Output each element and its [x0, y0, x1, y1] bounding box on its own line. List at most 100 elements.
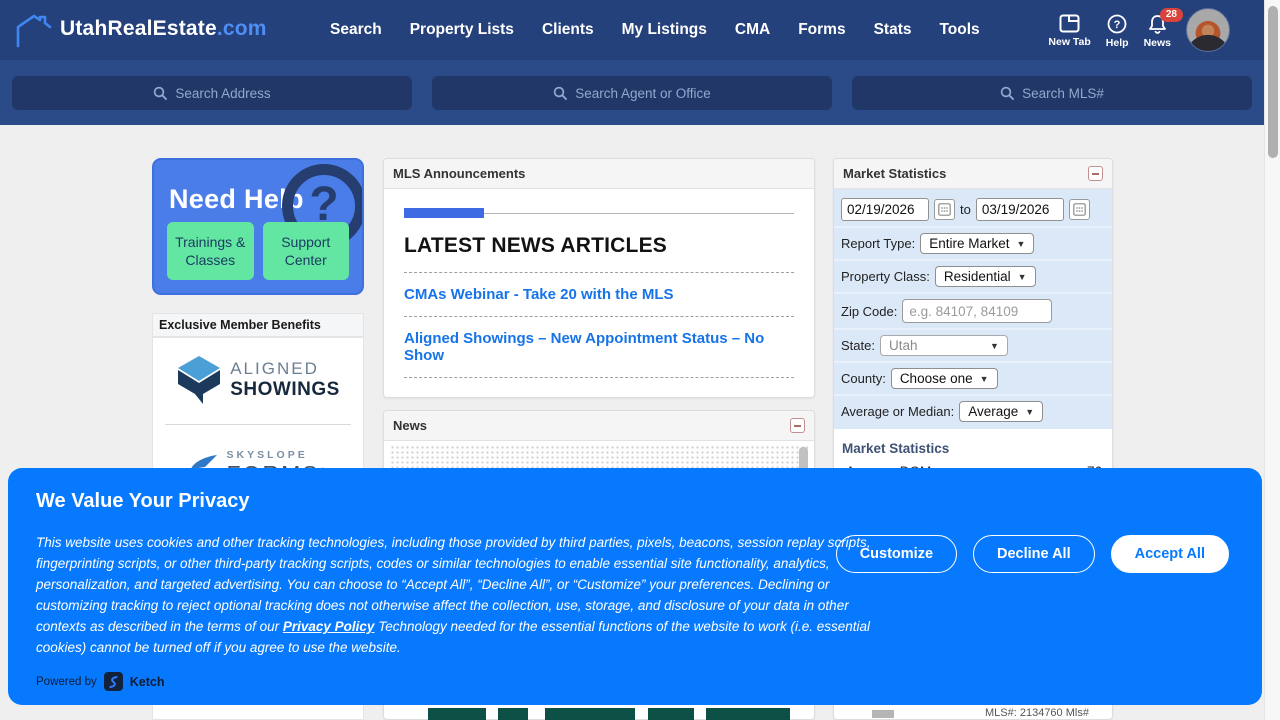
- date-from-input[interactable]: [841, 198, 929, 221]
- new-tab-button[interactable]: New Tab: [1048, 12, 1090, 48]
- aligned-showings-logo[interactable]: ALIGNED SHOWINGS: [153, 338, 363, 420]
- quick-search-bar: Search Address Search Agent or Office Se…: [0, 60, 1264, 125]
- article-link[interactable]: Aligned Showings – New Appointment Statu…: [404, 330, 794, 364]
- property-class-select[interactable]: Residential▼: [935, 266, 1036, 287]
- chevron-down-icon: ▼: [1016, 239, 1025, 249]
- carousel-progress: [404, 208, 794, 218]
- scrollbar-thumb[interactable]: [1268, 6, 1278, 158]
- news-panel-header: News: [384, 411, 814, 441]
- main-nav: Search Property Lists Clients My Listing…: [330, 0, 980, 60]
- report-type-select[interactable]: Entire Market▼: [920, 233, 1034, 254]
- calendar-icon[interactable]: [934, 199, 955, 220]
- nav-clients[interactable]: Clients: [542, 21, 594, 39]
- state-select[interactable]: Utah▼: [880, 335, 1008, 356]
- member-benefits-header: Exclusive Member Benefits: [152, 313, 364, 337]
- chevron-down-icon: ▼: [990, 341, 999, 351]
- customize-button[interactable]: Customize: [836, 535, 957, 573]
- headline-peek: [498, 708, 528, 720]
- user-avatar[interactable]: [1186, 8, 1230, 52]
- chevron-down-icon: ▼: [980, 374, 989, 384]
- cookie-consent-banner: We Value Your Privacy This website uses …: [8, 468, 1262, 705]
- ketch-icon: [104, 672, 123, 691]
- headline-peek: [545, 708, 635, 720]
- market-statistics-header: Market Statistics: [834, 159, 1112, 189]
- nav-cma[interactable]: CMA: [735, 21, 770, 39]
- mls-announcements-header: MLS Announcements: [384, 159, 814, 189]
- nav-property-lists[interactable]: Property Lists: [410, 21, 514, 39]
- help-button[interactable]: ? Help: [1106, 12, 1129, 49]
- nav-stats[interactable]: Stats: [874, 21, 912, 39]
- search-icon: [1000, 86, 1014, 100]
- site-logo[interactable]: UtahRealEstate.com: [14, 10, 267, 48]
- chevron-down-icon: ▼: [1025, 407, 1034, 417]
- need-help-card: Need Help ? Trainings & Classes Support …: [152, 158, 364, 295]
- zip-code-label: Zip Code:: [841, 304, 897, 319]
- county-row: County: Choose one▼: [834, 363, 1112, 396]
- mls-number-peek: MLS#: 2134760 Mls#: [985, 707, 1089, 719]
- news-badge: 28: [1160, 8, 1183, 22]
- search-icon: [153, 86, 167, 100]
- county-label: County:: [841, 371, 886, 386]
- svg-text:?: ?: [1114, 19, 1121, 31]
- state-row: State: Utah▼: [834, 330, 1112, 363]
- page-scrollbar[interactable]: [1264, 0, 1280, 720]
- average-median-label: Average or Median:: [841, 404, 954, 419]
- carousel-progress-bar: [404, 208, 484, 218]
- report-type-row: Report Type: Entire Market▼: [834, 228, 1112, 261]
- property-class-row: Property Class: Residential▼: [834, 261, 1112, 294]
- decline-all-button[interactable]: Decline All: [973, 535, 1095, 573]
- date-to-input[interactable]: [976, 198, 1064, 221]
- house-logo-icon: [14, 10, 54, 48]
- mls-announcements-panel: MLS Announcements LATEST NEWS ARTICLES C…: [383, 158, 815, 398]
- help-icon: ?: [1107, 14, 1127, 34]
- search-agent-input[interactable]: Search Agent or Office: [432, 76, 832, 110]
- accept-all-button[interactable]: Accept All: [1111, 535, 1229, 573]
- headline-peek: [706, 708, 790, 720]
- zip-code-input[interactable]: [902, 299, 1052, 323]
- site-logo-text: UtahRealEstate.com: [60, 17, 267, 41]
- new-tab-icon: [1059, 14, 1080, 33]
- powered-by-ketch[interactable]: Powered by Ketch: [36, 672, 164, 691]
- average-median-select[interactable]: Average▼: [959, 401, 1043, 422]
- nav-search[interactable]: Search: [330, 21, 382, 39]
- nav-tools[interactable]: Tools: [939, 21, 979, 39]
- calendar-icon[interactable]: [1069, 199, 1090, 220]
- nav-my-listings[interactable]: My Listings: [622, 21, 707, 39]
- privacy-banner-title: We Value Your Privacy: [36, 490, 249, 513]
- search-icon: [553, 86, 567, 100]
- market-statistics-results-title: Market Statistics: [834, 429, 1112, 462]
- search-mls-input[interactable]: Search MLS#: [852, 76, 1252, 110]
- divider: [404, 272, 794, 273]
- report-type-label: Report Type:: [841, 236, 915, 251]
- divider: [404, 316, 794, 317]
- privacy-banner-buttons: Customize Decline All Accept All: [836, 535, 1229, 573]
- aligned-showings-icon: [176, 354, 222, 406]
- divider: [165, 424, 351, 425]
- trainings-classes-button[interactable]: Trainings & Classes: [167, 222, 254, 280]
- divider: [404, 377, 794, 378]
- search-address-input[interactable]: Search Address: [12, 76, 412, 110]
- top-navigation-bar: UtahRealEstate.com Search Property Lists…: [0, 0, 1264, 60]
- privacy-policy-link[interactable]: Privacy Policy: [283, 619, 375, 634]
- support-center-button[interactable]: Support Center: [263, 222, 350, 280]
- headline-peek: [648, 708, 694, 720]
- news-button[interactable]: 28 News: [1144, 12, 1171, 49]
- latest-news-heading: LATEST NEWS ARTICLES: [404, 234, 794, 258]
- collapse-icon[interactable]: [1088, 166, 1103, 181]
- date-range-row: to: [834, 193, 1112, 228]
- headline-peek: [428, 708, 486, 720]
- state-label: State:: [841, 338, 875, 353]
- county-select[interactable]: Choose one▼: [891, 368, 998, 389]
- privacy-banner-text: This website uses cookies and other trac…: [36, 532, 888, 658]
- header-actions: New Tab ? Help 28 News: [1048, 0, 1230, 60]
- average-median-row: Average or Median: Average▼: [834, 396, 1112, 427]
- nav-forms[interactable]: Forms: [798, 21, 845, 39]
- collapse-icon[interactable]: [790, 418, 805, 433]
- scrollbar-peek: [872, 710, 894, 718]
- to-label: to: [960, 202, 971, 217]
- market-statistics-form: to Report Type: Entire Market▼ Property …: [834, 189, 1112, 429]
- article-link[interactable]: CMAs Webinar - Take 20 with the MLS: [404, 286, 794, 303]
- property-class-label: Property Class:: [841, 269, 930, 284]
- chevron-down-icon: ▼: [1018, 272, 1027, 282]
- page-content-peek: MLS#: 2134760 Mls#: [0, 705, 1264, 720]
